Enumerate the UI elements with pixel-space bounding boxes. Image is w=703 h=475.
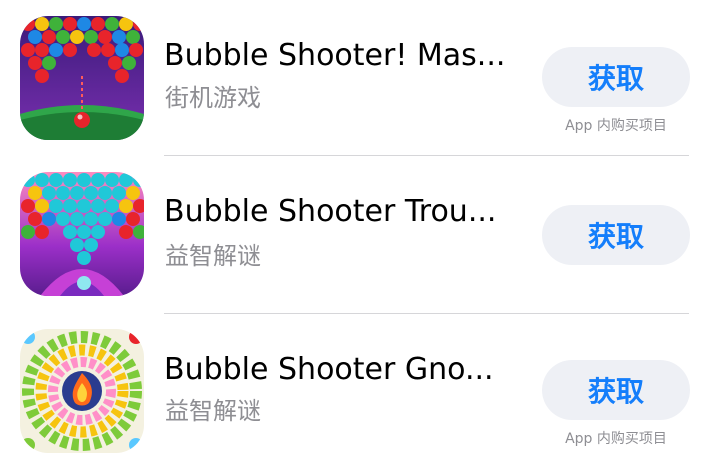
app-name[interactable]: Bubble Shooter Gno... xyxy=(164,351,494,389)
app-category: 益智解谜 xyxy=(165,397,261,425)
divider xyxy=(164,155,689,156)
app-list-item[interactable]: Bubble Shooter Trou... 益智解谜 获取 xyxy=(0,157,703,314)
app-list-item[interactable]: Bubble Shooter! Mas... 街机游戏 获取 App 内购买项目 xyxy=(0,0,703,157)
app-name[interactable]: Bubble Shooter! Mas... xyxy=(164,37,505,75)
get-button[interactable]: 获取 xyxy=(542,205,690,265)
bubble-shooter-master-icon[interactable] xyxy=(20,16,144,140)
app-name[interactable]: Bubble Shooter Trou... xyxy=(164,193,496,231)
bubble-shooter-gnome-icon[interactable] xyxy=(20,329,144,453)
app-list-item[interactable]: Bubble Shooter Gno... 益智解谜 获取 App 内购买项目 xyxy=(0,314,703,471)
app-category: 益智解谜 xyxy=(165,242,261,270)
in-app-purchase-note: App 内购买项目 xyxy=(565,118,667,134)
app-category: 街机游戏 xyxy=(165,84,261,112)
in-app-purchase-note: App 内购买项目 xyxy=(565,431,667,447)
bubble-shooter-trouble-icon[interactable] xyxy=(20,172,144,296)
get-button[interactable]: 获取 xyxy=(542,47,690,107)
get-button[interactable]: 获取 xyxy=(542,360,690,420)
